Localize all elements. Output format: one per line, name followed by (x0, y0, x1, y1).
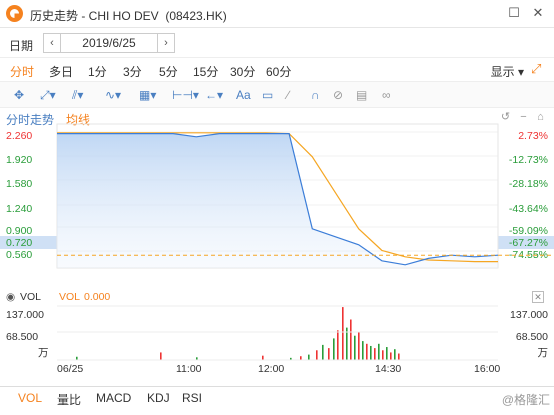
range-tool-icon[interactable]: ⊢⊣▾ (172, 87, 199, 103)
volume-bar (382, 350, 384, 360)
volume-bar (398, 353, 400, 360)
period-tab-3min[interactable]: 3分 (123, 63, 142, 80)
comment-tool-icon[interactable]: ▭ (262, 87, 273, 103)
period-tab-intraday[interactable]: 分时 (10, 63, 34, 80)
period-tab-15min[interactable]: 15分 (193, 63, 218, 80)
time-label: 06/25 (57, 363, 84, 375)
tab-vol[interactable]: VOL (18, 391, 42, 405)
volume-axis-label: 68.500 (515, 331, 548, 343)
volume-bar (370, 345, 372, 360)
close-icon[interactable]: ✕ (530, 5, 546, 21)
date-input[interactable]: 2019/6/25 (61, 33, 157, 53)
time-label: 12:00 (258, 363, 285, 375)
collapse-icon[interactable]: ◉ (6, 291, 15, 303)
volume-bar (342, 307, 344, 360)
drawing-toolbar: ✥ ⤢▾ ⫽▾ ∿▾ ▦▾ ⊢⊣▾ ←▾ Aa ▭ ∕ ∩ ⊘ ▤ ∞ (0, 82, 554, 108)
volume-bar (337, 330, 339, 360)
display-dropdown[interactable]: 显示 ▾ (491, 63, 524, 80)
volume-axis-label: 137.000 (6, 309, 44, 321)
volume-label: VOL (20, 291, 42, 303)
arrow-tool-icon[interactable]: ←▾ (205, 87, 223, 103)
period-bar: 分时 多日 1分 3分 5分 15分 30分 60分 显示 ▾ ⤢ (0, 58, 554, 82)
volume-bar (300, 356, 302, 360)
time-label: 11:00 (176, 363, 202, 375)
volume-bar (390, 352, 392, 360)
watermark: @格隆汇 (501, 393, 550, 407)
volume-bar (354, 335, 356, 360)
magnet-tool-icon[interactable]: ∩ (311, 87, 320, 103)
volume-unit-label: 万 (38, 347, 49, 359)
period-tab-multiday[interactable]: 多日 (49, 63, 73, 80)
volume-bar (386, 347, 388, 360)
volume-bar (316, 350, 318, 360)
tab-macd[interactable]: MACD (96, 391, 131, 405)
tab-rsi[interactable]: RSI (182, 391, 202, 405)
period-tab-5min[interactable]: 5分 (159, 63, 178, 80)
polyline-tool-icon[interactable]: ⫽▾ (72, 87, 83, 103)
volume-header: ◉ VOL VOL 0.000 ✕ (0, 290, 554, 306)
maximize-icon[interactable]: ☐ (506, 5, 522, 21)
volume-bar (262, 355, 264, 360)
wave-tool-icon[interactable]: ∿▾ (105, 87, 121, 103)
window-title: 历史走势 - CHI HO DEV (08423.HK) (30, 9, 227, 23)
volume-value-label: VOL (59, 291, 81, 303)
date-label: 日期 (9, 39, 34, 53)
app-logo-icon (6, 5, 23, 22)
next-date-button[interactable]: › (157, 33, 175, 53)
volume-value: 0.000 (84, 291, 111, 303)
time-label: 16:00 (474, 363, 501, 375)
date-bar: 日期 ‹ 2019/6/25 › (0, 28, 554, 58)
period-tab-1min[interactable]: 1分 (88, 63, 107, 80)
volume-bar (366, 343, 368, 360)
delete-tool-icon[interactable]: ▤ (356, 87, 367, 103)
line-tool-icon[interactable]: ⤢▾ (40, 87, 56, 103)
period-tab-60min[interactable]: 60分 (266, 63, 291, 80)
volume-bar (374, 348, 376, 360)
volume-bar (333, 338, 335, 360)
price-area (57, 133, 498, 268)
text-tool-icon[interactable]: Aa (236, 87, 251, 103)
hide-tool-icon[interactable]: ⊘ (333, 87, 343, 103)
volume-bar (358, 331, 360, 360)
crosshair-tool-icon[interactable]: ✥ (14, 87, 24, 103)
pen-tool-icon[interactable]: ∕ (287, 87, 289, 103)
volume-bar (328, 348, 330, 360)
volume-unit-label: 万 (537, 347, 549, 359)
volume-bar (378, 343, 380, 360)
volume-bar (322, 344, 324, 360)
time-label: 14:30 (375, 363, 402, 375)
volume-bar (362, 341, 364, 360)
volume-settings-icon[interactable]: ✕ (532, 291, 544, 303)
volume-axis-label: 68.500 (6, 331, 39, 343)
volume-bar (308, 354, 310, 360)
volume-bar (350, 319, 352, 360)
tab-kdj[interactable]: KDJ (147, 391, 170, 405)
volume-bar (160, 352, 162, 360)
prev-date-button[interactable]: ‹ (43, 33, 61, 53)
chart-area: 分时走势 均线 ↺ − ⌂ 2.260 1.920 1.580 1.240 0.… (0, 108, 554, 388)
fib-tool-icon[interactable]: ▦▾ (139, 87, 156, 103)
expand-icon[interactable]: ⤢ (531, 62, 545, 76)
period-tab-30min[interactable]: 30分 (230, 63, 255, 80)
link-tool-icon[interactable]: ∞ (382, 87, 391, 103)
tab-volume-ratio[interactable]: 量比 (57, 391, 81, 408)
volume-axis-label: 137.000 (510, 309, 548, 321)
indicator-tabs: VOL 量比 MACD KDJ RSI @格隆汇 (0, 386, 554, 408)
title-bar: 历史走势 - CHI HO DEV (08423.HK) ☐ ✕ (0, 0, 554, 28)
volume-bar (394, 349, 396, 360)
